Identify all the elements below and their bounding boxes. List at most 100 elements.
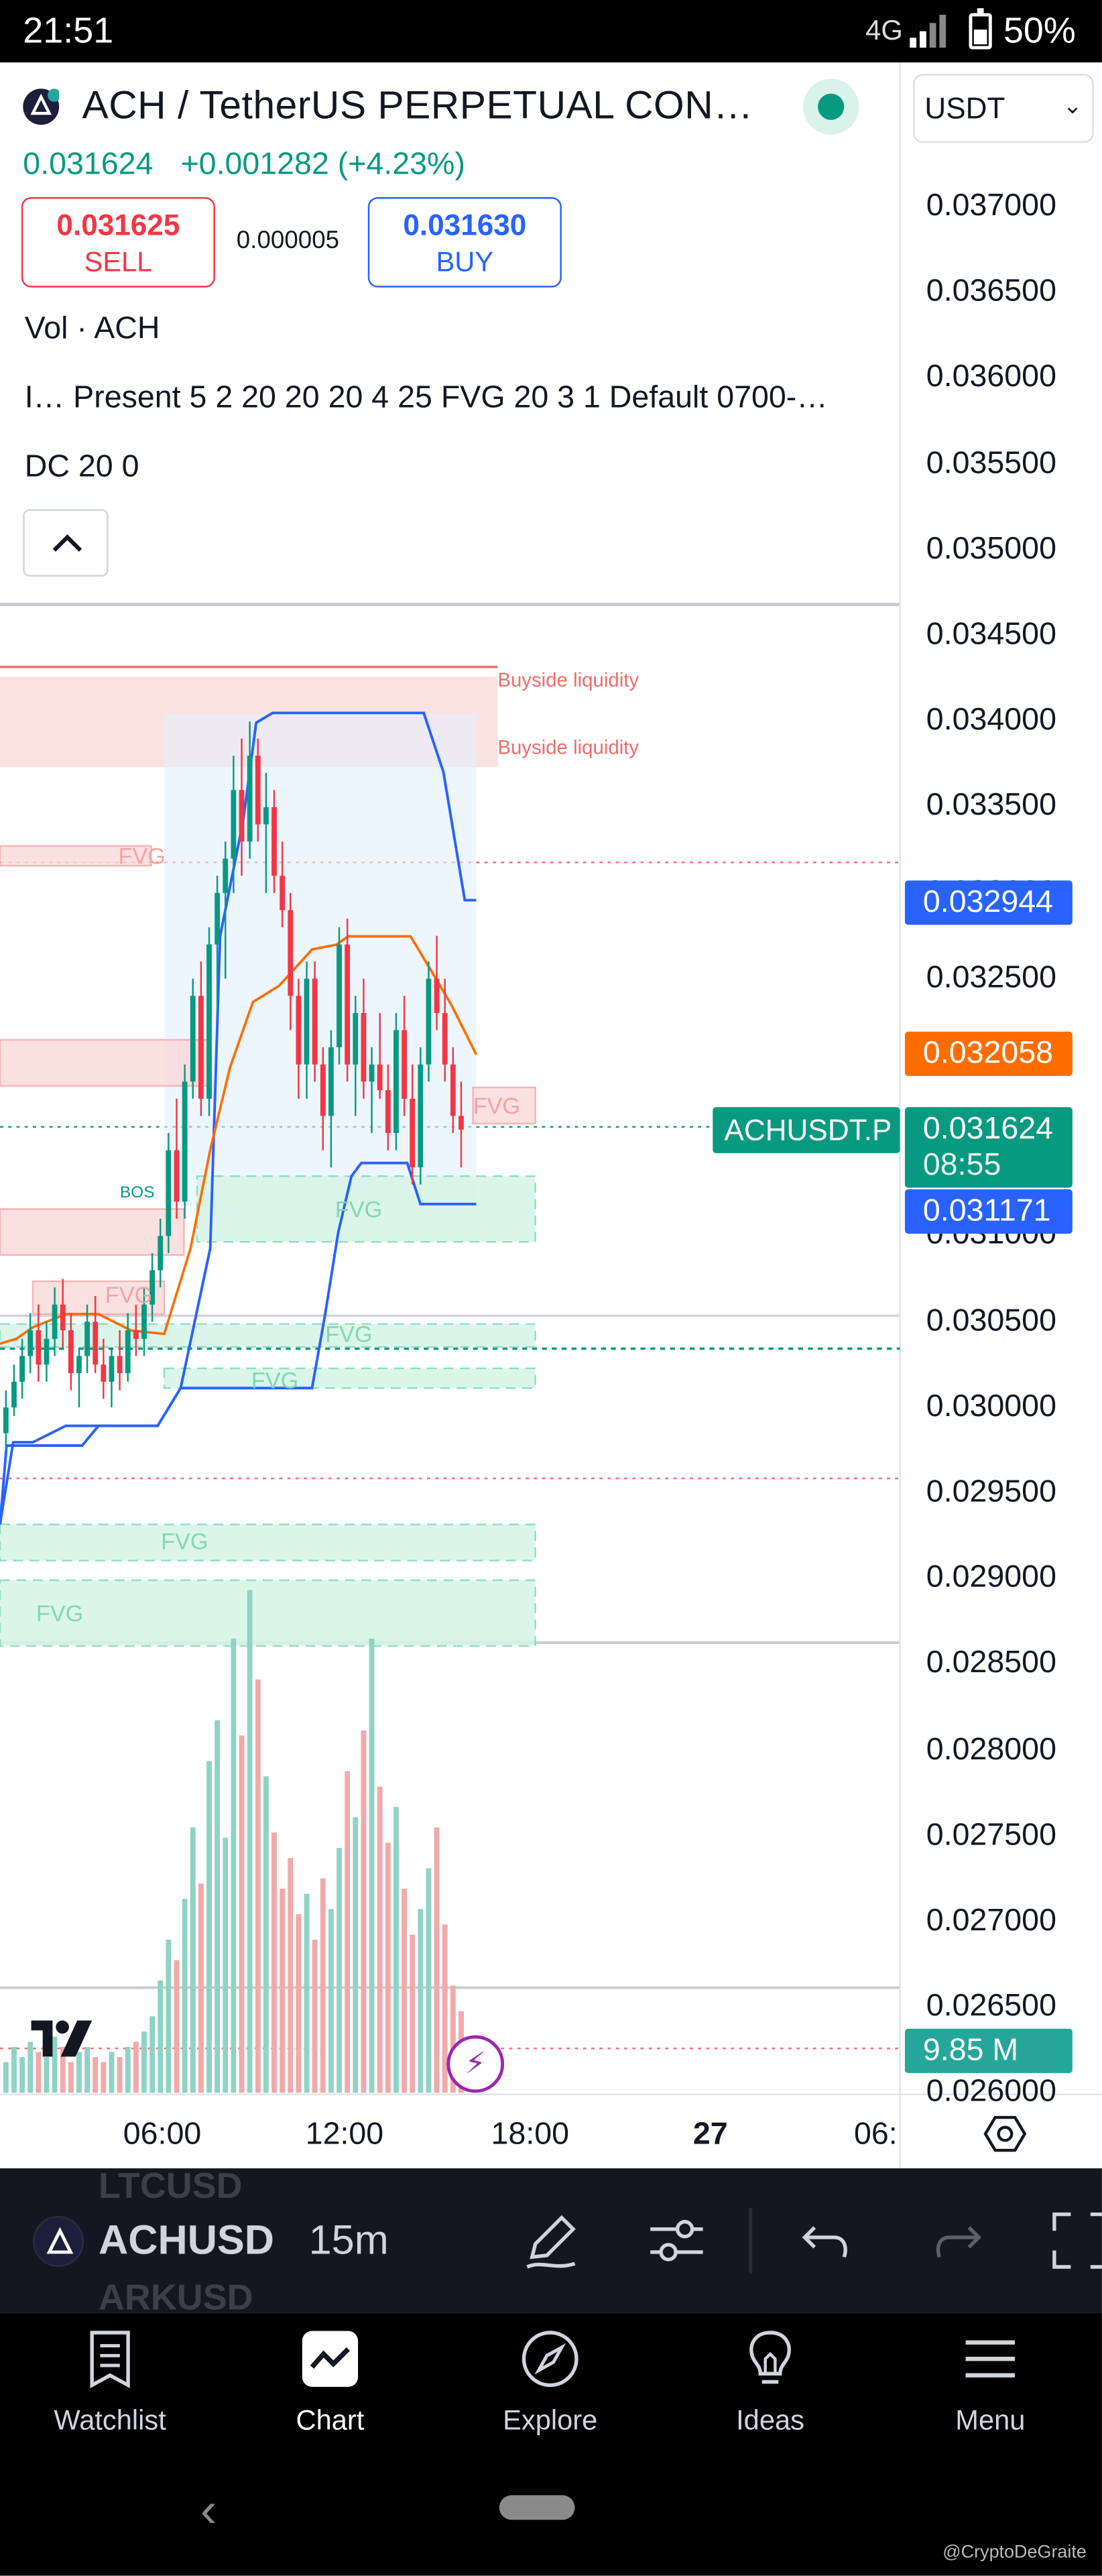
undo-icon[interactable] (795, 2208, 861, 2274)
sell-button[interactable]: 0.031625 SELL (21, 197, 215, 288)
fvg-label: FVG (36, 1601, 84, 1627)
symbol-logo[interactable] (23, 89, 61, 125)
bottom-navigation: Watchlist Chart Explore Ideas Menu (0, 2312, 1102, 2464)
volume-bar (93, 2057, 99, 2093)
price-axis-tick: 0.029500 (926, 1475, 1056, 1510)
indicator-ict[interactable]: I… Present 5 2 20 20 20 4 25 FVG 20 3 1 … (25, 381, 896, 417)
buy-button[interactable]: 0.031630 BUY (367, 197, 562, 288)
price-axis-tick: 0.033500 (926, 788, 1056, 824)
symbol-selector[interactable]: ACHUSD (99, 2218, 274, 2266)
symbol-scroll-next[interactable]: ARKUSD (99, 2277, 253, 2313)
volume-bar (198, 1883, 204, 2093)
candle (239, 790, 245, 842)
back-icon[interactable]: ‹ (200, 2483, 217, 2539)
fullscreen-icon[interactable] (1048, 2208, 1102, 2274)
candle (328, 1047, 334, 1116)
candle (19, 1356, 25, 1382)
volume-bar (377, 1786, 383, 2093)
price-axis-tick: 0.026000 (926, 2075, 1056, 2110)
volume-bar (320, 1878, 326, 2093)
indicator-volume[interactable]: Vol · ACH (25, 312, 160, 349)
candle (231, 790, 237, 859)
donchian-upper-price-tag: 0.032944 (904, 880, 1073, 925)
nav-watchlist[interactable]: Watchlist (0, 2313, 220, 2464)
candle (410, 1098, 416, 1168)
last-price: 0.031624 (23, 148, 154, 182)
symbol-title[interactable]: ACH / TetherUS PERPETUAL CON… (82, 84, 753, 130)
nav-explore[interactable]: Explore (440, 2313, 660, 2464)
candle (418, 1064, 424, 1168)
nav-ideas[interactable]: Ideas (660, 2313, 880, 2464)
price-change: +0.001282 (+4.23%) (180, 148, 465, 182)
price-axis-tick: 0.036500 (926, 274, 1056, 310)
volume-bar (44, 2057, 50, 2093)
volume-bar (312, 1939, 318, 2093)
nav-menu[interactable]: Menu (880, 2313, 1100, 2464)
volume-bar (239, 1735, 245, 2093)
time-axis-tick: 27 (692, 2117, 728, 2152)
fvg-label: FVG (335, 1197, 383, 1222)
price-axis-tick: 0.036000 (926, 360, 1056, 395)
redo-icon[interactable] (923, 2208, 989, 2274)
candle (223, 858, 229, 893)
bar-countdown: 08:55 (922, 1148, 1001, 1183)
fvg-bearish-zone (0, 1208, 185, 1256)
volume-bar (426, 1868, 432, 2093)
volume-bar (149, 2016, 156, 2093)
candle (198, 996, 204, 1099)
price-axis-tick: 0.035500 (926, 446, 1056, 481)
buyside-liquidity-label: Buyside liquidity (497, 737, 639, 759)
volume-bar (158, 1980, 164, 2093)
pencil-icon[interactable] (519, 2208, 585, 2274)
hexagon-settings-icon[interactable] (983, 2113, 1027, 2156)
indicators-icon[interactable] (644, 2208, 709, 2274)
volume-bar (255, 1679, 261, 2093)
collapse-legend-button[interactable] (23, 509, 109, 577)
candle (44, 1338, 50, 1365)
candle (353, 1012, 359, 1065)
candle (369, 1064, 375, 1082)
lightning-icon[interactable]: ⚡ (446, 2035, 505, 2093)
candle (215, 892, 221, 945)
volume-bar (328, 1909, 334, 2093)
alchemy-logo-icon (30, 89, 61, 115)
status-time: 21:51 (23, 9, 114, 51)
volume-bar (288, 1858, 294, 2093)
volume-bar (174, 1960, 180, 2093)
buy-label: BUY (436, 246, 494, 278)
symbol-scroll-prev[interactable]: LTCUSD (99, 2168, 243, 2208)
fvg-label: FVG (473, 1094, 521, 1119)
candle (255, 756, 261, 825)
candle (3, 1407, 9, 1433)
nav-chart[interactable]: Chart (220, 2313, 440, 2464)
home-pill-icon[interactable] (499, 2495, 575, 2520)
candle (158, 1236, 164, 1271)
tradingview-logo-icon (31, 2020, 93, 2057)
candle (442, 1012, 448, 1065)
volume-bar (369, 1638, 375, 2093)
market-status-icon[interactable] (803, 78, 859, 135)
interval-selector[interactable]: 15m (309, 2218, 389, 2266)
nav-watchlist-label: Watchlist (54, 2404, 166, 2437)
candle (458, 1116, 464, 1130)
spread-value: 0.000005 (236, 227, 340, 255)
nav-menu-label: Menu (955, 2404, 1026, 2437)
volume-bar (263, 1776, 269, 2093)
price-axis-tick: 0.030500 (926, 1303, 1056, 1338)
price-axis[interactable]: 0.037000 0.036500 0.036000 0.035500 0.035000… (900, 0, 1102, 2168)
candle (117, 1356, 123, 1374)
fvg-label: FVG (161, 1529, 208, 1554)
indicator-donchian[interactable]: DC 20 0 (25, 450, 139, 486)
price-axis-tick: 0.027000 (926, 1904, 1056, 1938)
watchlist-icon (90, 2331, 130, 2388)
candle (385, 1090, 391, 1133)
price-axis-tick: 0.034500 (926, 618, 1056, 652)
price-axis-tick: 0.037000 (926, 188, 1056, 224)
volume-bar (393, 1807, 399, 2093)
basis-price-tag: 0.032058 (904, 1031, 1073, 1076)
fvg-label: FVG (105, 1283, 153, 1308)
volume-bar (336, 1847, 342, 2093)
price-axis-tick: 0.028500 (926, 1646, 1056, 1682)
current-price-tag: 0.031624 08:55 (904, 1107, 1073, 1188)
candle (377, 1064, 383, 1090)
